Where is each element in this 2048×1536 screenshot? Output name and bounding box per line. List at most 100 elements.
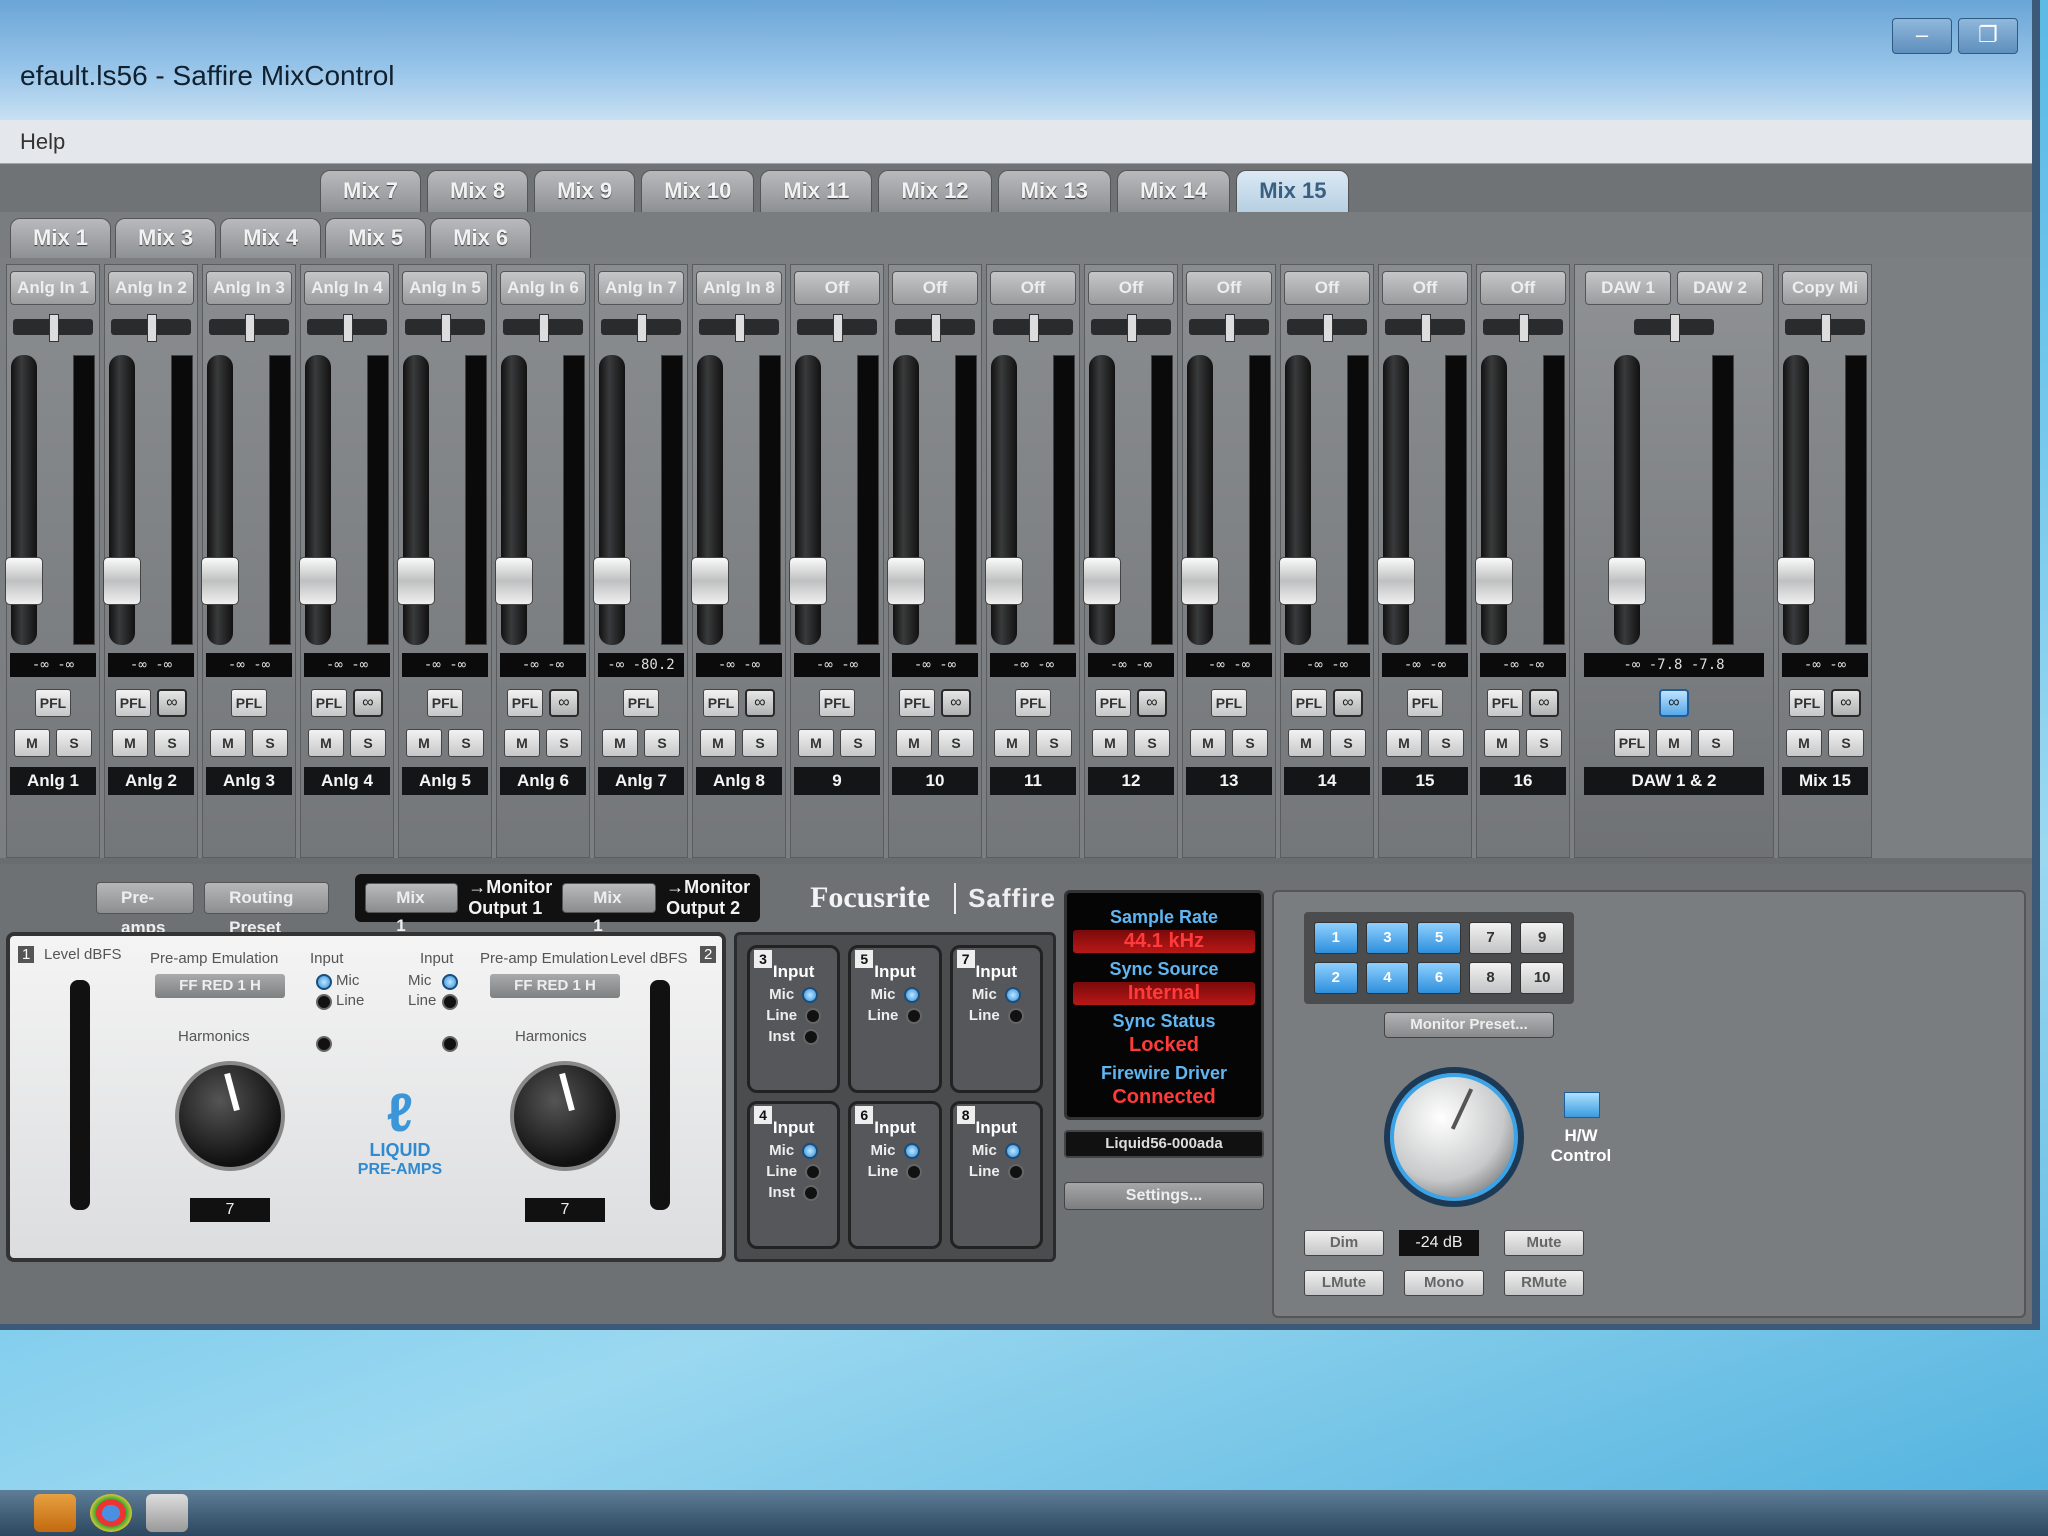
fader-track[interactable] (593, 355, 631, 645)
fader-track[interactable] (985, 355, 1023, 645)
fader-track[interactable] (397, 355, 435, 645)
pan-slider[interactable] (895, 314, 975, 342)
solo-button[interactable]: S (154, 729, 190, 757)
output-button[interactable]: 3 (1365, 922, 1410, 954)
mute-button[interactable]: M (700, 729, 736, 757)
mute-button[interactable]: M (1656, 729, 1692, 757)
source-select[interactable]: Off (1382, 271, 1468, 305)
monitor-volume-knob[interactable] (1384, 1067, 1524, 1207)
fader-handle[interactable] (1083, 557, 1121, 605)
saffire-app-icon[interactable] (146, 1494, 188, 1532)
input-option-radio[interactable] (803, 1184, 819, 1201)
route-source-1[interactable]: Mix 1 (L) (365, 883, 459, 963)
output-button[interactable]: 8 (1468, 962, 1513, 994)
fader-handle[interactable] (1475, 557, 1513, 605)
source-select[interactable]: Off (1284, 271, 1370, 305)
solo-button[interactable]: S (840, 729, 876, 757)
source-select[interactable]: Off (1186, 271, 1272, 305)
tab-mix[interactable]: Mix 13 (997, 170, 1111, 212)
fader-track[interactable] (1777, 355, 1815, 645)
mute-button[interactable]: M (1484, 729, 1520, 757)
input-option-radio[interactable] (903, 986, 920, 1003)
pfl-button[interactable]: PFL (1291, 689, 1327, 717)
source-select[interactable]: DAW 1 (1585, 271, 1671, 305)
pan-slider[interactable] (1634, 314, 1714, 342)
tab-pre-amps[interactable]: Pre-amps (96, 882, 195, 937)
output-button[interactable]: 9 (1520, 922, 1564, 954)
stereo-link-button[interactable]: ∞ (1529, 689, 1559, 717)
fader-track[interactable] (103, 355, 141, 645)
pan-slider[interactable] (1483, 314, 1563, 342)
tab-mix[interactable]: Mix 14 (1116, 170, 1231, 212)
pfl-button[interactable]: PFL (1407, 689, 1443, 717)
input-option-radio[interactable] (1007, 1007, 1024, 1024)
pfl-button[interactable]: PFL (115, 689, 151, 717)
tab-mix[interactable]: Mix 10 (641, 170, 755, 212)
pfl-button[interactable]: PFL (1015, 689, 1051, 717)
pan-slider[interactable] (797, 314, 877, 342)
tab-mix[interactable]: Mix 9 (534, 170, 636, 212)
pan-slider[interactable] (209, 314, 289, 342)
menu-help[interactable]: Help (20, 129, 65, 155)
input-option-radio[interactable] (1004, 1142, 1021, 1159)
pfl-button[interactable]: PFL (507, 689, 543, 717)
pan-slider[interactable] (601, 314, 681, 342)
mute-button[interactable]: M (112, 729, 148, 757)
fader-track[interactable] (1377, 355, 1415, 645)
source-select[interactable]: Copy Mi (1782, 271, 1868, 305)
mute-button[interactable]: M (896, 729, 932, 757)
pfl-button[interactable]: PFL (427, 689, 463, 717)
pfl-button[interactable]: PFL (623, 689, 659, 717)
source-select[interactable]: Anlg In 4 (304, 271, 390, 305)
source-select[interactable]: Off (990, 271, 1076, 305)
output-button[interactable]: 7 (1468, 922, 1513, 954)
stereo-link-button[interactable]: ∞ (1137, 689, 1167, 717)
input-option-radio[interactable] (903, 1142, 920, 1159)
solo-button[interactable]: S (448, 729, 484, 757)
tab-mix[interactable]: Mix 15 (1236, 170, 1350, 212)
fader-handle[interactable] (495, 557, 533, 605)
solo-button[interactable]: S (1828, 729, 1864, 757)
stereo-link-button[interactable]: ∞ (157, 689, 187, 717)
fader-handle[interactable] (1181, 557, 1219, 605)
fader-handle[interactable] (103, 557, 141, 605)
emulation-select-left[interactable]: FF RED 1 H (155, 974, 285, 998)
mute-button[interactable]: Mute (1504, 1230, 1584, 1256)
mute-button[interactable]: M (1288, 729, 1324, 757)
source-select[interactable]: Off (794, 271, 880, 305)
mono-button[interactable]: Mono (1404, 1270, 1484, 1296)
tab-mix[interactable]: Mix 5 (325, 218, 427, 258)
phase-radio-left[interactable] (316, 1036, 332, 1052)
fader-track[interactable] (691, 355, 729, 645)
mute-button[interactable]: M (994, 729, 1030, 757)
fader-handle[interactable] (593, 557, 631, 605)
fader-handle[interactable] (1777, 557, 1815, 605)
input-option-radio[interactable] (906, 1007, 923, 1024)
source-select[interactable]: Anlg In 5 (402, 271, 488, 305)
output-button[interactable]: 5 (1417, 922, 1461, 954)
lmute-button[interactable]: LMute (1304, 1270, 1384, 1296)
source-select[interactable]: Anlg In 1 (10, 271, 96, 305)
minimize-button[interactable]: – (1892, 18, 1952, 54)
fader-handle[interactable] (887, 557, 925, 605)
source-select[interactable]: Anlg In 7 (598, 271, 684, 305)
mute-button[interactable]: M (1786, 729, 1822, 757)
solo-button[interactable]: S (1232, 729, 1268, 757)
source-select[interactable]: Anlg In 3 (206, 271, 292, 305)
harmonics-knob-right[interactable] (510, 1061, 620, 1171)
pfl-button[interactable]: PFL (1789, 689, 1825, 717)
solo-button[interactable]: S (1698, 729, 1734, 757)
input-option-radio[interactable] (803, 1028, 819, 1045)
input-option-radio[interactable] (1004, 986, 1021, 1003)
mute-button[interactable]: M (602, 729, 638, 757)
input-option-radio[interactable] (805, 1163, 822, 1180)
mute-button[interactable]: M (406, 729, 442, 757)
output-button[interactable]: 10 (1520, 962, 1564, 994)
tab-mix[interactable]: Mix 3 (115, 218, 217, 258)
tab-mix[interactable]: Mix 7 (320, 170, 422, 212)
fader-handle[interactable] (397, 557, 435, 605)
pan-slider[interactable] (503, 314, 583, 342)
pan-slider[interactable] (1189, 314, 1269, 342)
line-radio-right[interactable] (442, 994, 458, 1010)
settings-button[interactable]: Settings... (1064, 1182, 1264, 1210)
